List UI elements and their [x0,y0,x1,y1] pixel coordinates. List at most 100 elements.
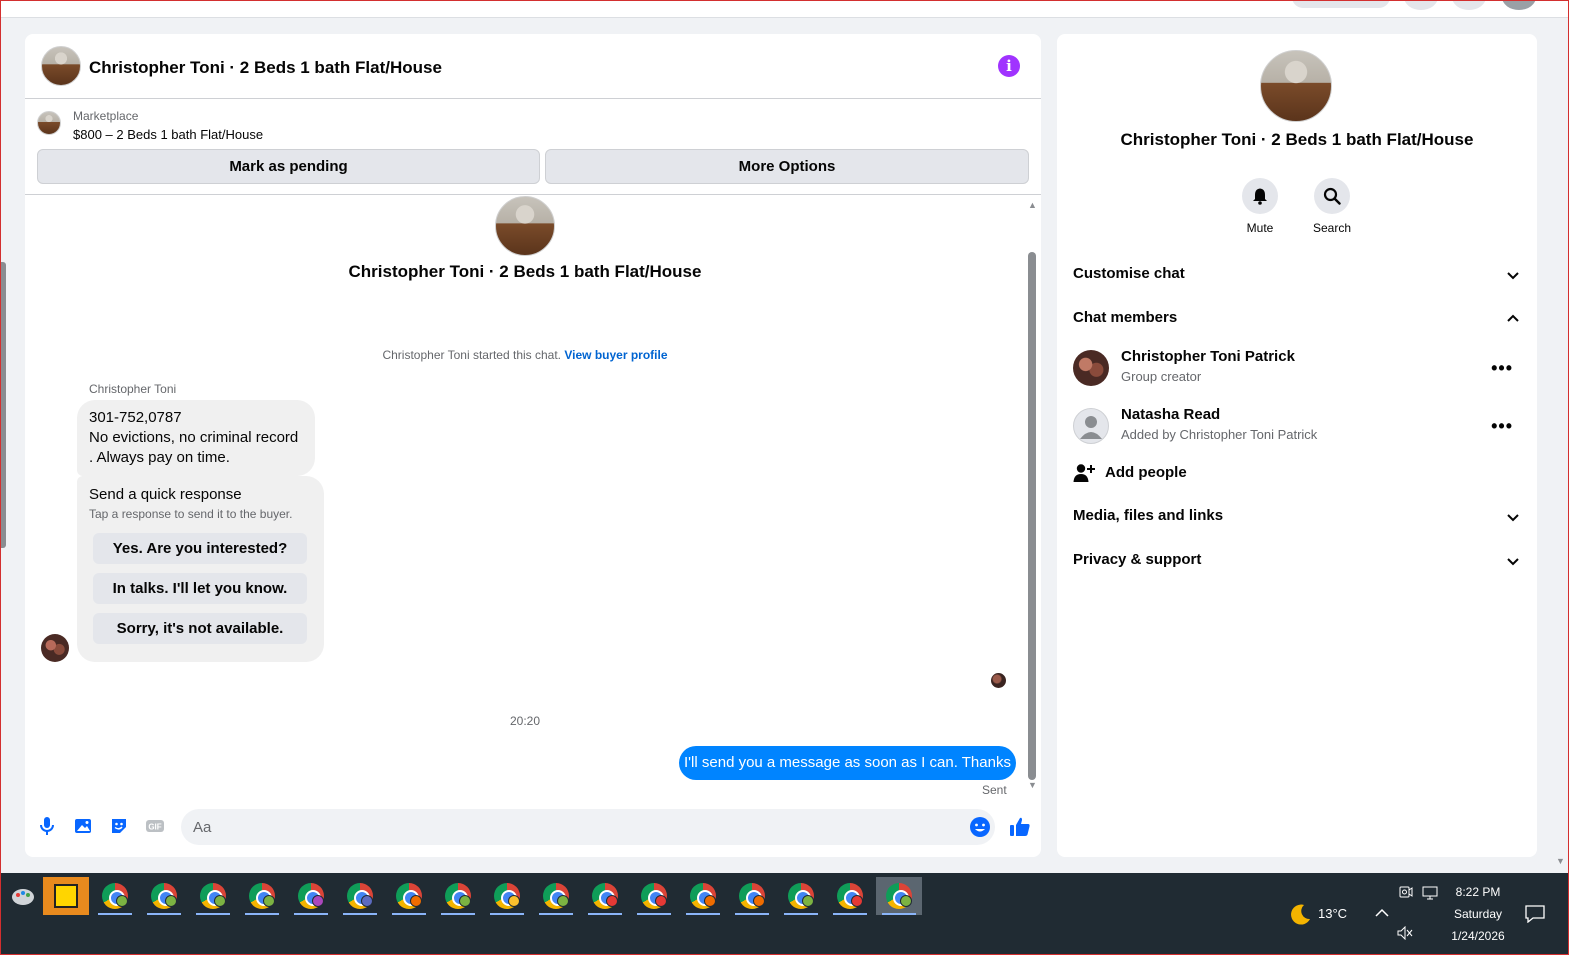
top-pill-button[interactable] [1292,0,1390,8]
chat-members-section[interactable]: Chat members [1073,309,1521,333]
running-indicator [539,913,573,915]
listing-thumbnail[interactable] [37,111,61,135]
top-circle-button[interactable] [1404,0,1438,10]
incoming-message[interactable]: 301-752,0787 No evictions, no criminal r… [77,400,315,476]
taskbar-app-chrome[interactable] [337,877,383,915]
moon-weather-icon[interactable] [1289,902,1313,926]
search-button[interactable]: Search [1302,178,1362,235]
profile-badge-icon [802,895,814,907]
chat-avatar[interactable] [41,46,81,86]
message-composer: GIF [25,804,1041,850]
info-icon[interactable]: i [998,55,1020,77]
taskbar-app-chrome[interactable] [435,877,481,915]
taskbar-app-chrome[interactable] [729,877,775,915]
member-name: Christopher Toni Patrick [1121,348,1295,365]
chat-header: Christopher Toni · 2 Beds 1 bath Flat/Ho… [25,34,1041,99]
taskbar-app-chrome[interactable] [92,877,138,915]
marketplace-label: Marketplace [73,109,139,123]
taskbar-app-chrome[interactable] [141,877,187,915]
microphone-icon[interactable] [37,816,57,836]
quick-response-option[interactable]: Yes. Are you interested? [93,533,307,564]
sticker-icon[interactable] [109,816,129,836]
gif-icon[interactable]: GIF [145,816,165,836]
taskbar-app-chrome[interactable] [190,877,236,915]
thumbs-up-icon[interactable] [1008,815,1032,839]
photo-icon[interactable] [73,816,93,836]
profile-badge-icon [851,895,863,907]
thread-scrollbar-thumb[interactable] [1028,252,1036,780]
running-indicator [441,913,475,915]
member-avatar [1073,408,1109,444]
taskbar-app-chrome[interactable] [778,877,824,915]
taskbar-app-chrome[interactable] [533,877,579,915]
search-label: Search [1312,221,1352,235]
taskbar-app-chrome[interactable] [288,877,334,915]
profile-badge-icon [410,895,422,907]
mute-button[interactable]: Mute [1230,178,1290,235]
customise-chat-section[interactable]: Customise chat [1073,265,1521,289]
taskbar-app-chrome[interactable] [827,877,873,915]
member-row[interactable]: Natasha Read Added by Christopher Toni P… [1073,404,1521,448]
taskbar-app-chrome[interactable] [680,877,726,915]
clock-time[interactable]: 8:22 PM [1448,885,1508,899]
member-row[interactable]: Christopher Toni Patrick Group creator •… [1073,346,1521,390]
profile-badge-icon [214,895,226,907]
running-indicator [588,913,622,915]
listing-title[interactable]: $800 – 2 Beds 1 bath Flat/House [73,127,263,142]
thread-title: Christopher Toni · 2 Beds 1 bath Flat/Ho… [348,262,702,281]
privacy-support-section[interactable]: Privacy & support [1073,551,1521,575]
running-indicator [833,913,867,915]
add-person-icon [1073,464,1095,482]
add-people-label: Add people [1105,464,1187,481]
taskbar-app-chrome[interactable] [582,877,628,915]
message-input[interactable] [181,809,995,845]
taskbar-app-chrome[interactable] [386,877,432,915]
page-scrollbar-left[interactable] [0,262,6,548]
clock-date[interactable]: 1/24/2026 [1444,929,1512,943]
notifications-icon[interactable] [1525,905,1545,923]
add-people-button[interactable]: Add people [1073,462,1521,486]
mark-pending-button[interactable]: Mark as pending [37,149,540,184]
search-icon [1323,187,1341,205]
taskbar-app-chrome[interactable] [484,877,530,915]
quick-response-option[interactable]: In talks. I'll let you know. [93,573,307,604]
read-receipt-avatar [991,673,1006,688]
scroll-down-arrow-icon[interactable]: ▼ [1556,856,1565,866]
message-line: 301-752,0787 [89,409,182,426]
profile-badge-icon [557,895,569,907]
more-options-icon[interactable]: ••• [1491,358,1513,379]
speaker-muted-icon[interactable] [1397,926,1413,940]
page-scrollbar-right[interactable]: ▼ [1555,0,1567,868]
profile-badge-icon [753,895,765,907]
running-indicator [98,913,132,915]
chat-title[interactable]: Christopher Toni · 2 Beds 1 bath Flat/Ho… [89,58,442,78]
more-options-icon[interactable]: ••• [1491,416,1513,437]
taskbar-app-chrome[interactable] [631,877,677,915]
weather-temperature[interactable]: 13°C [1318,906,1347,921]
running-indicator [686,913,720,915]
more-options-button[interactable]: More Options [545,149,1029,184]
network-icon[interactable] [1422,886,1438,900]
scroll-up-arrow-icon[interactable]: ▲ [1028,200,1037,210]
outgoing-message[interactable]: I'll send you a message as soon as I can… [679,746,1016,780]
taskbar-app-chrome[interactable] [239,877,285,915]
profile-badge-icon [165,895,177,907]
scroll-down-arrow-icon[interactable]: ▼ [1028,780,1037,790]
taskbar-app-paint[interactable] [0,877,46,915]
webcam-icon[interactable] [1399,885,1413,899]
quick-response-option[interactable]: Sorry, it's not available. [93,613,307,644]
clock-day[interactable]: Saturday [1448,907,1508,921]
taskbar-app-sticky-notes[interactable] [43,877,89,915]
media-files-links-section[interactable]: Media, files and links [1073,507,1521,531]
chevron-up-tray-icon[interactable] [1375,908,1389,918]
profile-avatar[interactable] [1502,0,1536,10]
top-circle-button[interactable] [1452,0,1486,10]
emoji-icon[interactable] [969,816,991,838]
running-indicator [490,913,524,915]
conversation-avatar[interactable] [1260,50,1332,122]
taskbar-app-chrome[interactable] [876,877,922,915]
view-buyer-profile-link[interactable]: View buyer profile [564,348,667,362]
sender-avatar[interactable] [41,634,69,662]
media-files-links-label: Media, files and links [1073,507,1224,524]
running-indicator [147,913,181,915]
